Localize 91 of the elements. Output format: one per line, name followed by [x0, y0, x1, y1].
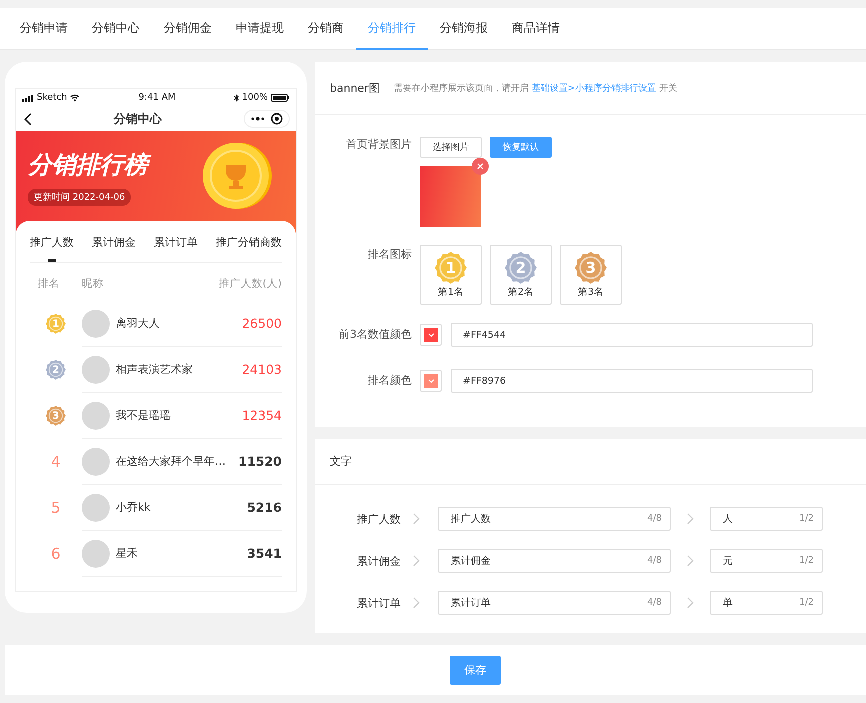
- user-name: 相声表演艺术家: [116, 362, 194, 377]
- color-picker[interactable]: [420, 370, 442, 392]
- field-label: 累计佣金: [356, 554, 402, 568]
- chevron-right-icon: [687, 597, 694, 609]
- unit-input[interactable]: 元 1/2: [710, 549, 823, 573]
- color-input[interactable]: #FF4544: [451, 323, 813, 347]
- chevron-down-icon[interactable]: [428, 378, 434, 384]
- chevron-down-icon[interactable]: [428, 332, 434, 338]
- back-icon[interactable]: [24, 112, 32, 126]
- unit-input[interactable]: 人 1/2: [710, 507, 823, 531]
- field-label: 排名图标: [367, 247, 413, 263]
- nav-tab[interactable]: 分销中心: [80, 8, 152, 50]
- user-name: 小乔kk: [116, 500, 152, 515]
- text-input[interactable]: 累计佣金 4/8: [438, 549, 671, 573]
- rank-number: 4: [51, 453, 61, 471]
- rank-medal: 1: [46, 314, 66, 334]
- user-name: 离羽大人: [116, 316, 161, 331]
- promotion-count: 12354: [242, 408, 282, 423]
- page-title: 分销中心: [114, 110, 162, 128]
- rank-label: 第3名: [578, 286, 604, 298]
- nav-tab[interactable]: 分销佣金: [152, 8, 224, 50]
- nav-tab[interactable]: 分销申请: [8, 8, 80, 50]
- rank-medal: 3: [575, 252, 607, 284]
- carrier-text: Sketch: [37, 93, 68, 103]
- avatar: [82, 310, 110, 338]
- wifi-icon: [70, 94, 80, 102]
- ranking-tab[interactable]: 累计订单: [154, 231, 198, 262]
- user-name: 我不是瑶瑶: [116, 408, 172, 423]
- clock-text: 9:41 AM: [138, 93, 176, 103]
- rank-label: 第2名: [508, 286, 534, 298]
- field-label: 排名颜色: [367, 373, 413, 389]
- capsule-menu[interactable]: [244, 110, 290, 128]
- field-label: 首页背景图片: [345, 137, 413, 153]
- bluetooth-icon: [234, 94, 240, 102]
- battery-icon: [271, 94, 290, 102]
- avatar: [82, 402, 110, 430]
- rank-number: 5: [51, 499, 61, 517]
- avatar: [82, 494, 110, 522]
- hint-text: 需要在小程序展示该页面，请开启 基础设置>小程序分销排行设置 开关: [394, 82, 678, 94]
- rank-medal: 3: [46, 406, 66, 426]
- rank-medal: 2: [505, 252, 537, 284]
- promotion-count: 5216: [247, 500, 282, 515]
- color-picker[interactable]: [420, 324, 442, 346]
- nav-tab[interactable]: 申请提现: [224, 8, 296, 50]
- text-input[interactable]: 累计订单 4/8: [438, 591, 671, 615]
- chevron-right-icon: [413, 513, 420, 525]
- choose-image-button[interactable]: 选择图片: [420, 137, 482, 158]
- promotion-count: 3541: [247, 546, 282, 561]
- ranking-tab[interactable]: 推广人数: [30, 231, 74, 262]
- section-title: banner图: [330, 80, 380, 96]
- update-time: 更新时间 2022-04-06: [28, 189, 132, 206]
- field-label: 前3名数值颜色: [338, 327, 413, 343]
- chevron-right-icon: [413, 555, 420, 567]
- avatar: [82, 448, 110, 476]
- signal-icon: [22, 94, 34, 102]
- rank-label: 第1名: [438, 286, 464, 298]
- nav-tab[interactable]: 分销海报: [428, 8, 500, 50]
- color-input[interactable]: #FF8976: [451, 369, 813, 393]
- section-title: 文字: [330, 454, 352, 469]
- nav-tab[interactable]: 分销商: [296, 8, 356, 50]
- user-name: 在这给大家拜个早年…: [116, 454, 227, 469]
- chevron-right-icon: [413, 597, 420, 609]
- more-icon[interactable]: [251, 117, 265, 121]
- rank-medal: 2: [46, 360, 66, 380]
- avatar: [82, 356, 110, 384]
- rank-number: 6: [51, 545, 61, 563]
- nav-tab[interactable]: 商品详情: [500, 8, 572, 50]
- rank-medal: 1: [435, 252, 467, 284]
- chevron-right-icon: [687, 513, 694, 525]
- rank-icon-card[interactable]: 1 第1名: [420, 245, 482, 305]
- close-icon[interactable]: [472, 158, 489, 175]
- column-header: 排名: [38, 277, 60, 291]
- ranking-tab[interactable]: 累计佣金: [92, 231, 136, 262]
- promotion-count: 24103: [242, 362, 282, 377]
- ranking-tab[interactable]: 推广分销商数: [216, 231, 282, 262]
- column-header: 推广人数(人): [218, 277, 282, 291]
- field-label: 推广人数: [356, 512, 402, 526]
- rank-icon-card[interactable]: 2 第2名: [490, 245, 552, 305]
- promotion-count: 26500: [242, 316, 282, 331]
- field-label: 累计订单: [356, 596, 402, 610]
- unit-input[interactable]: 单 1/2: [710, 591, 823, 615]
- rank-icon-card[interactable]: 3 第3名: [560, 245, 622, 305]
- avatar: [82, 540, 110, 568]
- chevron-right-icon: [687, 555, 694, 567]
- promotion-count: 11520: [238, 454, 282, 469]
- user-name: 星禾: [116, 546, 139, 561]
- column-header: 昵称: [82, 277, 104, 291]
- text-input[interactable]: 推广人数 4/8: [438, 507, 671, 531]
- battery-text: 100%: [242, 93, 268, 103]
- target-icon[interactable]: [271, 113, 283, 125]
- trophy-coin-icon: [202, 141, 272, 211]
